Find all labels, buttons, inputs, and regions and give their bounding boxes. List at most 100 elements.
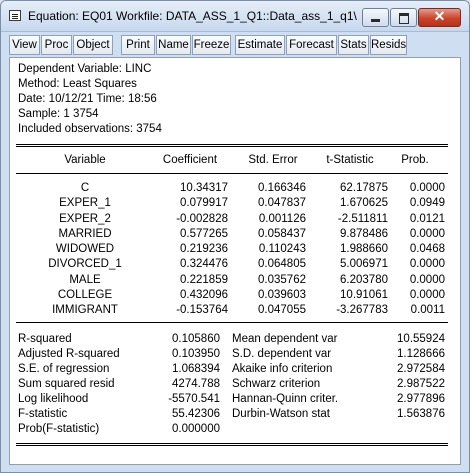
stat-value-right: 1.128666 — [397, 348, 445, 360]
stat-value-right: 2.987522 — [397, 378, 445, 390]
table-header-rule — [16, 173, 448, 174]
variable-name: EXPER_1 — [59, 197, 111, 210]
coefficient-value: 10.34317 — [180, 182, 228, 194]
minimize-button[interactable] — [362, 8, 389, 27]
toolbar: View Proc Object Print Name Freeze Estim… — [9, 35, 461, 55]
prob-value: 0.0000 — [409, 273, 445, 286]
std-error-value: 0.001126 — [258, 212, 306, 225]
column-header-prob: Prob. — [401, 154, 429, 166]
observations-line: Included observations: 3754 — [18, 123, 162, 135]
stats-button[interactable]: Stats — [338, 35, 369, 55]
t-statistic-value: 9.878486 — [340, 227, 388, 240]
forecast-button[interactable]: Forecast — [286, 35, 337, 55]
variable-name: EXPER_2 — [59, 212, 111, 225]
stat-label-left: R-squared — [18, 333, 72, 345]
proc-button[interactable]: Proc — [41, 35, 72, 55]
prob-value: 0.0121 — [409, 212, 445, 225]
stat-value-right: 1.563876 — [397, 408, 445, 420]
estimation-output[interactable]: Dependent Variable: LINC Method: Least S… — [9, 57, 461, 465]
t-statistic-value: 1.988660 — [340, 243, 388, 255]
t-statistic-value: 1.670625 — [340, 197, 388, 210]
title-bar[interactable]: Equation: EQ01 Workfile: DATA_ASS_1_Q1::… — [1, 1, 469, 32]
name-button[interactable]: Name — [156, 35, 191, 55]
variable-name: WIDOWED — [55, 243, 115, 255]
coefficient-value: 0.079917 — [180, 197, 228, 210]
close-icon: ✕ — [433, 8, 446, 24]
coefficient-value: 0.577265 — [180, 227, 228, 240]
column-header-variable: Variable — [64, 154, 106, 166]
sample-line: Sample: 1 3754 — [18, 108, 99, 120]
stat-value-left: 0.103950 — [172, 348, 220, 360]
view-button[interactable]: View — [9, 35, 40, 55]
column-header-coefficient: Coefficient — [162, 154, 218, 166]
estimate-button[interactable]: Estimate — [235, 35, 285, 55]
stats-bottom-rule — [16, 443, 448, 444]
stat-label-left: S.E. of regression — [18, 363, 110, 375]
coefficient-value: -0.002828 — [176, 212, 228, 225]
t-statistic-value: 62.17875 — [340, 182, 388, 194]
coefficient-value: 0.324476 — [180, 258, 228, 271]
prob-value: 0.0000 — [409, 258, 445, 271]
prob-value: 0.0000 — [409, 182, 445, 194]
table-top-rule — [16, 144, 448, 145]
freeze-button[interactable]: Freeze — [192, 35, 231, 55]
t-statistic-value: -2.511811 — [337, 212, 388, 225]
stats-bottom-rule-double — [16, 445, 448, 446]
equation-window: Equation: EQ01 Workfile: DATA_ASS_1_Q1::… — [0, 0, 470, 473]
variable-name: COLLEGE — [57, 288, 113, 301]
std-error-value: 0.035762 — [258, 273, 306, 286]
std-error-value: 0.039603 — [258, 288, 306, 301]
dependent-variable-line: Dependent Variable: LINC — [18, 63, 152, 75]
window-title: Equation: EQ01 Workfile: DATA_ASS_1_Q1::… — [28, 9, 357, 23]
stat-value-left: 4274.788 — [172, 378, 220, 390]
std-error-value: 0.047055 — [258, 304, 306, 316]
std-error-value: 0.064805 — [258, 258, 306, 271]
stat-label-left: Log likelihood — [18, 393, 89, 405]
coefficient-value: 0.219236 — [180, 243, 228, 255]
maximize-button[interactable] — [390, 8, 417, 27]
coefficient-value: -0.153764 — [176, 304, 228, 316]
stat-label-left: Sum squared resid — [18, 378, 115, 390]
column-header-std-error: Std. Error — [248, 154, 298, 166]
stat-value-right: 10.55924 — [397, 333, 445, 345]
coefficient-value: 0.432096 — [180, 288, 228, 301]
stat-label-left: F-statistic — [18, 408, 68, 420]
stats-top-rule — [16, 322, 448, 323]
stat-label-left: Prob(F-statistic) — [18, 423, 100, 435]
stat-value-right: 2.977896 — [397, 393, 445, 405]
prob-value: 0.0011 — [410, 304, 445, 316]
stat-value-left: 55.42306 — [172, 408, 220, 420]
std-error-value: 0.110243 — [258, 243, 306, 255]
t-statistic-value: 6.203780 — [340, 273, 388, 286]
stat-value-left: 1.068394 — [172, 363, 220, 375]
resids-button[interactable]: Resids — [370, 35, 407, 55]
window-menu-icon[interactable] — [9, 10, 21, 21]
std-error-value: 0.047837 — [258, 197, 306, 210]
variable-name: IMMIGRANT — [52, 304, 118, 316]
variable-name: C — [80, 182, 90, 194]
stat-value-right: 2.972584 — [397, 363, 445, 375]
variable-name: MARRIED — [58, 227, 112, 240]
prob-value: 0.0000 — [409, 227, 445, 240]
t-statistic-value: -3.267783 — [336, 304, 388, 316]
method-line: Method: Least Squares — [18, 78, 137, 90]
variable-name: MALE — [69, 273, 101, 286]
std-error-value: 0.058437 — [258, 227, 306, 240]
stat-value-left: 0.000000 — [172, 423, 220, 435]
print-button[interactable]: Print — [121, 35, 155, 55]
coefficient-value: 0.221859 — [180, 273, 228, 286]
column-header-t-statistic: t-Statistic — [326, 154, 374, 166]
t-statistic-value: 5.006971 — [340, 258, 388, 271]
object-button[interactable]: Object — [73, 35, 113, 55]
stat-label-left: Adjusted R-squared — [18, 348, 120, 360]
stat-value-left: 0.105860 — [172, 333, 220, 345]
std-error-value: 0.166346 — [258, 182, 306, 194]
prob-value: 0.0949 — [409, 197, 445, 210]
variable-name: DIVORCED_1 — [48, 258, 122, 271]
t-statistic-value: 10.91061 — [340, 288, 388, 301]
table-top-rule-double — [16, 146, 448, 147]
close-button[interactable]: ✕ — [418, 8, 461, 27]
date-time-line: Date: 10/12/21 Time: 18:56 — [18, 93, 157, 105]
prob-value: 0.0468 — [409, 243, 445, 255]
stat-value-left: -5570.541 — [168, 393, 220, 405]
